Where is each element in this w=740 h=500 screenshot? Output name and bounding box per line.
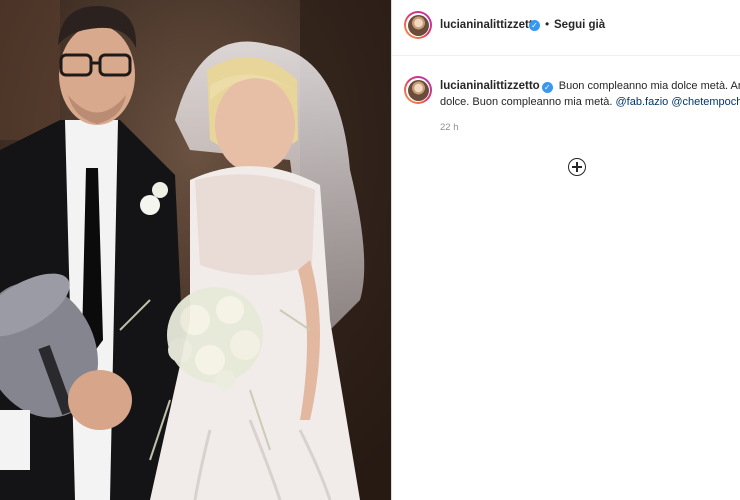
post-photo[interactable] [0,0,391,500]
avatar-image [407,79,429,101]
caption-author-avatar[interactable] [404,76,432,104]
post-sidebar: lucianinalittizzetto ✓ • Segui già lucia… [391,0,740,500]
mention-chetempochefa[interactable]: @chetempochefa [671,96,740,108]
verified-badge-icon: ✓ [541,82,553,93]
instagram-post-view: lucianinalittizzetto ✓ • Segui già lucia… [0,0,740,500]
author-avatar[interactable] [404,11,432,39]
caption-username[interactable]: lucianinalittizzetto [440,80,540,92]
wedding-photo-illustration [0,0,391,500]
post-timestamp[interactable]: 22 h [440,122,459,133]
mention-fab-fazio[interactable]: @fab.fazio [616,96,669,108]
separator-dot: • [545,17,550,31]
caption-line1: Buon compleanno mia dolce metà. Anzi. To [558,80,740,92]
caption-text: lucianinalittizzetto ✓ Buon compleanno mi… [440,78,740,110]
post-header: lucianinalittizzetto ✓ • Segui già [392,0,740,56]
following-button[interactable]: Segui già [554,19,605,31]
author-username[interactable]: lucianinalittizzetto [440,19,540,31]
caption-comment: lucianinalittizzetto ✓ Buon compleanno mi… [392,66,740,146]
verified-badge-icon: ✓ [529,20,540,31]
plus-circle-icon[interactable] [568,158,586,176]
avatar-image [407,14,429,36]
caption-line2: dolce. Buon compleanno mia metà. [440,96,613,108]
